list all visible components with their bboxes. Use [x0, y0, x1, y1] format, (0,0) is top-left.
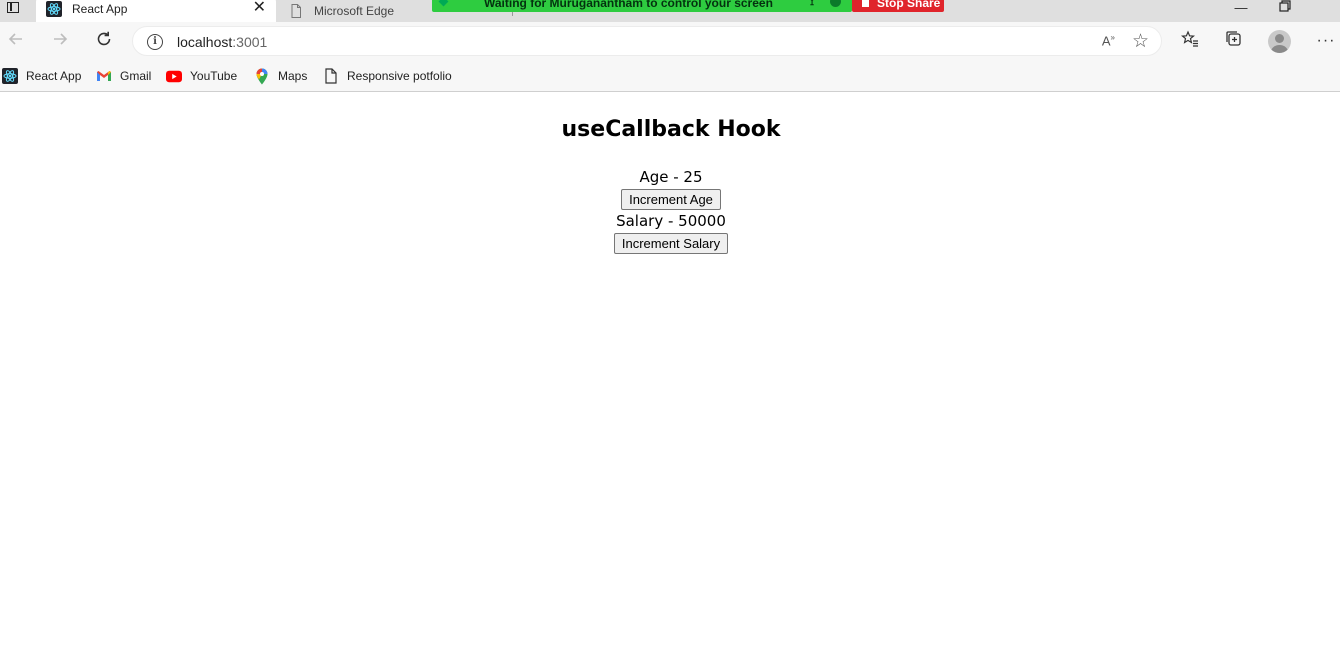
page-content: useCallback Hook Age - 25 Increment Age …	[0, 93, 1340, 654]
collections-button[interactable]	[1220, 29, 1248, 53]
collections-icon	[1225, 30, 1243, 53]
bookmark-label: Responsive potfolio	[347, 69, 452, 83]
minimize-button[interactable]: —	[1218, 0, 1264, 15]
bookmark-label: Gmail	[120, 69, 152, 83]
minimize-icon: —	[1234, 0, 1248, 15]
bookmark-label: React App	[26, 69, 82, 83]
tab-title: React App	[72, 2, 128, 16]
restore-icon	[1279, 0, 1291, 15]
arrow-left-icon	[7, 30, 25, 53]
tab-actions-icon	[7, 1, 19, 13]
increment-age-button[interactable]: Increment Age	[621, 189, 721, 210]
back-button[interactable]	[2, 29, 30, 53]
stop-icon	[862, 0, 869, 7]
bookmarks-bar: React App Gmail YouTube Maps Responsive …	[0, 60, 1340, 92]
salary-text: Salary - 50000	[616, 212, 726, 230]
youtube-icon	[166, 68, 182, 84]
ellipsis-icon: ···	[1316, 32, 1336, 49]
address-bar[interactable]: i localhost:3001 A» ☆	[132, 26, 1162, 56]
pin-icon[interactable]: ⟟	[810, 0, 814, 9]
tab-react-app[interactable]: React App ✕	[36, 0, 276, 22]
tab-title: Microsoft Edge	[314, 4, 395, 18]
tab-actions-button[interactable]	[2, 0, 24, 14]
url-port: :3001	[232, 34, 268, 50]
bookmark-label: YouTube	[190, 69, 238, 83]
more-options-button[interactable]: ···	[1312, 29, 1340, 53]
page-icon	[288, 3, 304, 19]
increment-age-row: Increment Age	[0, 189, 1340, 210]
age-text: Age - 25	[639, 168, 703, 186]
url-host: localhost	[177, 34, 233, 50]
bookmark-youtube[interactable]: YouTube	[166, 66, 237, 86]
screen-share-banner: Waiting for Muruganantham to control you…	[432, 0, 852, 12]
bookmark-gmail[interactable]: Gmail	[96, 66, 151, 86]
profile-avatar[interactable]	[1268, 30, 1291, 53]
bookmark-maps[interactable]: Maps	[254, 66, 307, 86]
share-banner-text: Waiting for Muruganantham to control you…	[484, 0, 773, 10]
add-favorite-icon[interactable]: ☆	[1132, 30, 1149, 53]
maps-icon	[254, 68, 270, 84]
share-status-icon	[438, 0, 449, 7]
increment-salary-button[interactable]: Increment Salary	[613, 233, 729, 254]
read-aloud-icon[interactable]: A»	[1102, 33, 1115, 48]
close-tab-icon[interactable]: ✕	[253, 0, 266, 16]
refresh-button[interactable]	[90, 29, 118, 53]
page-title: useCallback Hook	[561, 117, 781, 142]
react-icon	[46, 1, 62, 17]
restore-button[interactable]	[1262, 0, 1308, 14]
url-text[interactable]: localhost:3001	[177, 34, 267, 50]
increment-salary-row: Increment Salary	[0, 233, 1340, 254]
bookmark-label: Maps	[278, 69, 308, 83]
stop-share-button[interactable]: Stop Share	[852, 0, 944, 12]
gmail-icon	[96, 68, 112, 84]
bookmark-react-app[interactable]: React App	[2, 66, 81, 86]
react-icon	[2, 68, 18, 84]
shield-icon[interactable]	[830, 0, 841, 7]
favorites-button[interactable]	[1176, 29, 1204, 53]
browser-toolbar: i localhost:3001 A» ☆ ···	[0, 22, 1340, 60]
tab-microsoft-edge[interactable]: Microsoft Edge	[280, 0, 430, 22]
page-icon	[323, 68, 339, 84]
bookmark-responsive-portfolio[interactable]: Responsive potfolio	[323, 66, 452, 86]
arrow-right-icon	[51, 30, 69, 53]
favorites-icon	[1180, 29, 1199, 53]
stop-share-label: Stop Share	[877, 0, 941, 10]
refresh-icon	[95, 30, 113, 53]
tab-strip: React App ✕ Microsoft Edge Waiting for M…	[0, 0, 1340, 22]
forward-button[interactable]	[46, 29, 74, 53]
site-info-icon[interactable]: i	[147, 34, 163, 50]
